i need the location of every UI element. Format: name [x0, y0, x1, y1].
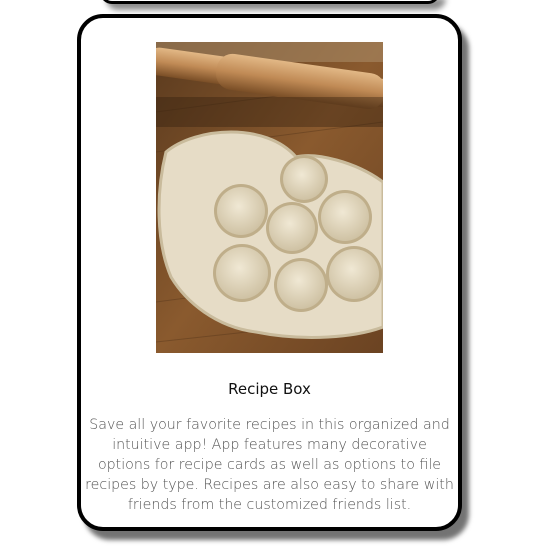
previous-card-edge	[100, 0, 440, 4]
project-card[interactable]: Recipe Box Save all your favorite recipe…	[77, 14, 462, 531]
card-title: Recipe Box	[228, 380, 311, 398]
recipe-photo	[156, 42, 383, 353]
card-description: Save all your favorite recipes in this o…	[85, 417, 454, 513]
